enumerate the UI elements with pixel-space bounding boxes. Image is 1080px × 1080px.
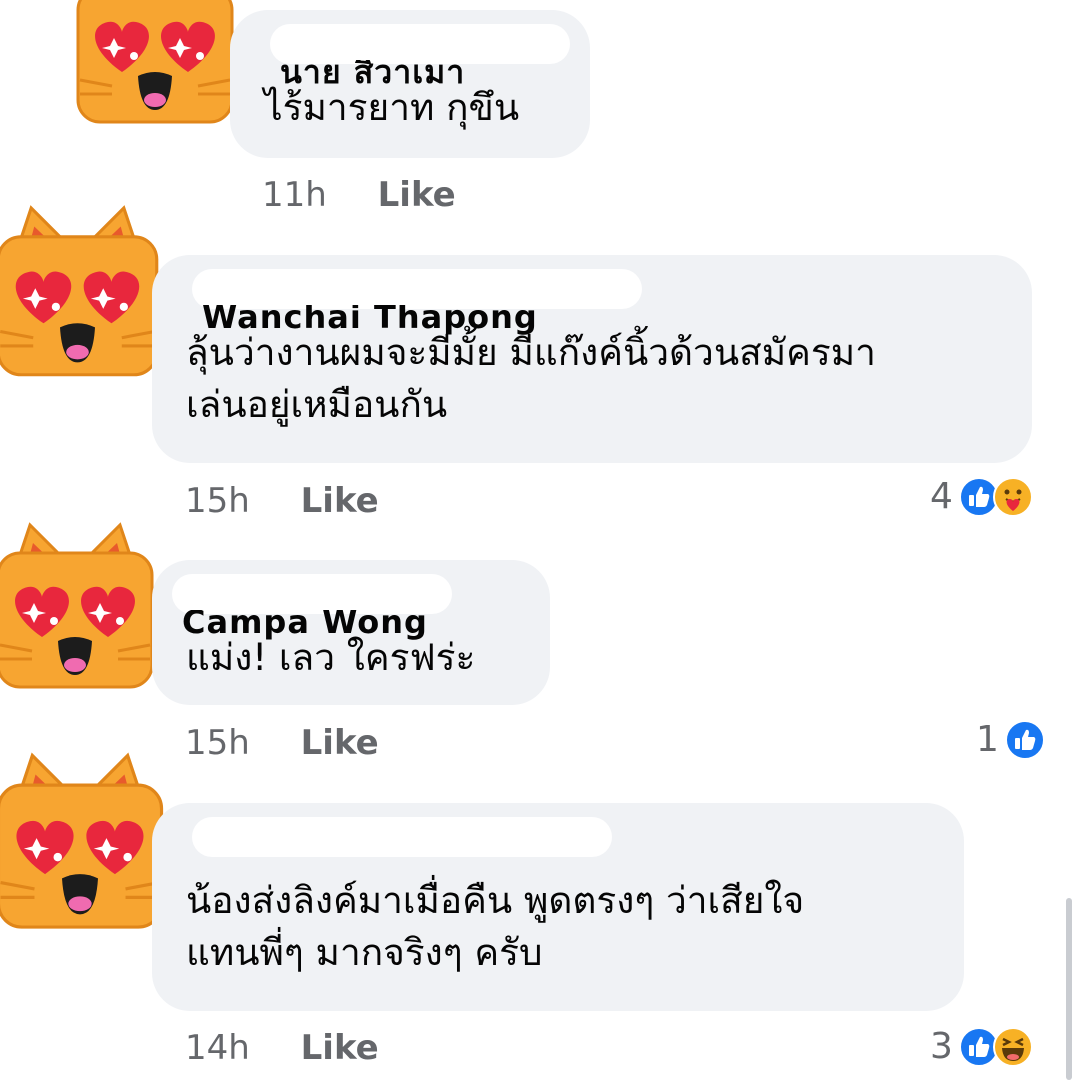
comment-text-line: น้องส่งลิงค์มาเมื่อคืน พูดตรงๆ ว่าเสียใจ [186,879,805,922]
author-name-text: Campa Wong [182,603,428,641]
like-icon [1004,719,1045,760]
scrollbar[interactable] [1066,898,1072,1080]
avatar[interactable] [0,188,165,403]
reaction-summary[interactable]: 1 [976,719,1045,760]
comment-bubble: Wanchai Thapong ลุ้นว่างานผมจะมีมั้ย มีแ… [152,255,1032,463]
comment-bubble: Campa Wong แม่ง! เลว ใครฟร่ะ [152,560,550,705]
like-button[interactable]: Like [378,175,456,215]
reaction-summary[interactable]: 3 [930,1026,1033,1067]
avatar[interactable] [70,0,240,130]
comment-text-line: เล่นอยู่เหมือนกัน [186,383,448,426]
comment-meta: 11h Like [262,175,456,215]
author-name[interactable]: Wanchai Thapong [192,269,642,336]
timestamp[interactable]: 15h [185,723,250,763]
reaction-summary[interactable]: 4 [930,476,1033,517]
comment-meta: 15h Like [185,723,379,763]
haha-icon [992,1026,1033,1067]
avatar[interactable] [0,748,170,943]
timestamp[interactable]: 15h [185,481,250,521]
reaction-count: 1 [976,719,999,760]
like-button[interactable]: Like [301,723,379,763]
author-name[interactable]: Campa Wong [172,574,452,641]
comment-meta: 15h Like [185,481,379,521]
comment-bubble: น้องส่งลิงค์มาเมื่อคืน พูดตรงๆ ว่าเสียใจ… [152,803,964,1011]
author-name-text: นาย สิวาเมา [280,53,466,91]
reaction-count: 4 [930,476,953,517]
avatar[interactable] [0,520,160,700]
timestamp[interactable]: 11h [262,175,327,215]
author-name-text: Wanchai Thapong [202,298,538,336]
comment-bubble: นาย สิวาเมา ไร้มารยาท กุขึน [230,10,590,158]
like-button[interactable]: Like [301,481,379,521]
reaction-count: 3 [930,1026,953,1067]
author-name[interactable]: นาย สิวาเมา [270,24,570,91]
like-button[interactable]: Like [301,1028,379,1068]
author-name[interactable] [192,817,612,857]
care-icon [992,476,1033,517]
timestamp[interactable]: 14h [185,1028,250,1068]
comment-text-line: แทนพี่ๆ มากจริงๆ ครับ [186,931,543,974]
comment-meta: 14h Like [185,1028,379,1068]
